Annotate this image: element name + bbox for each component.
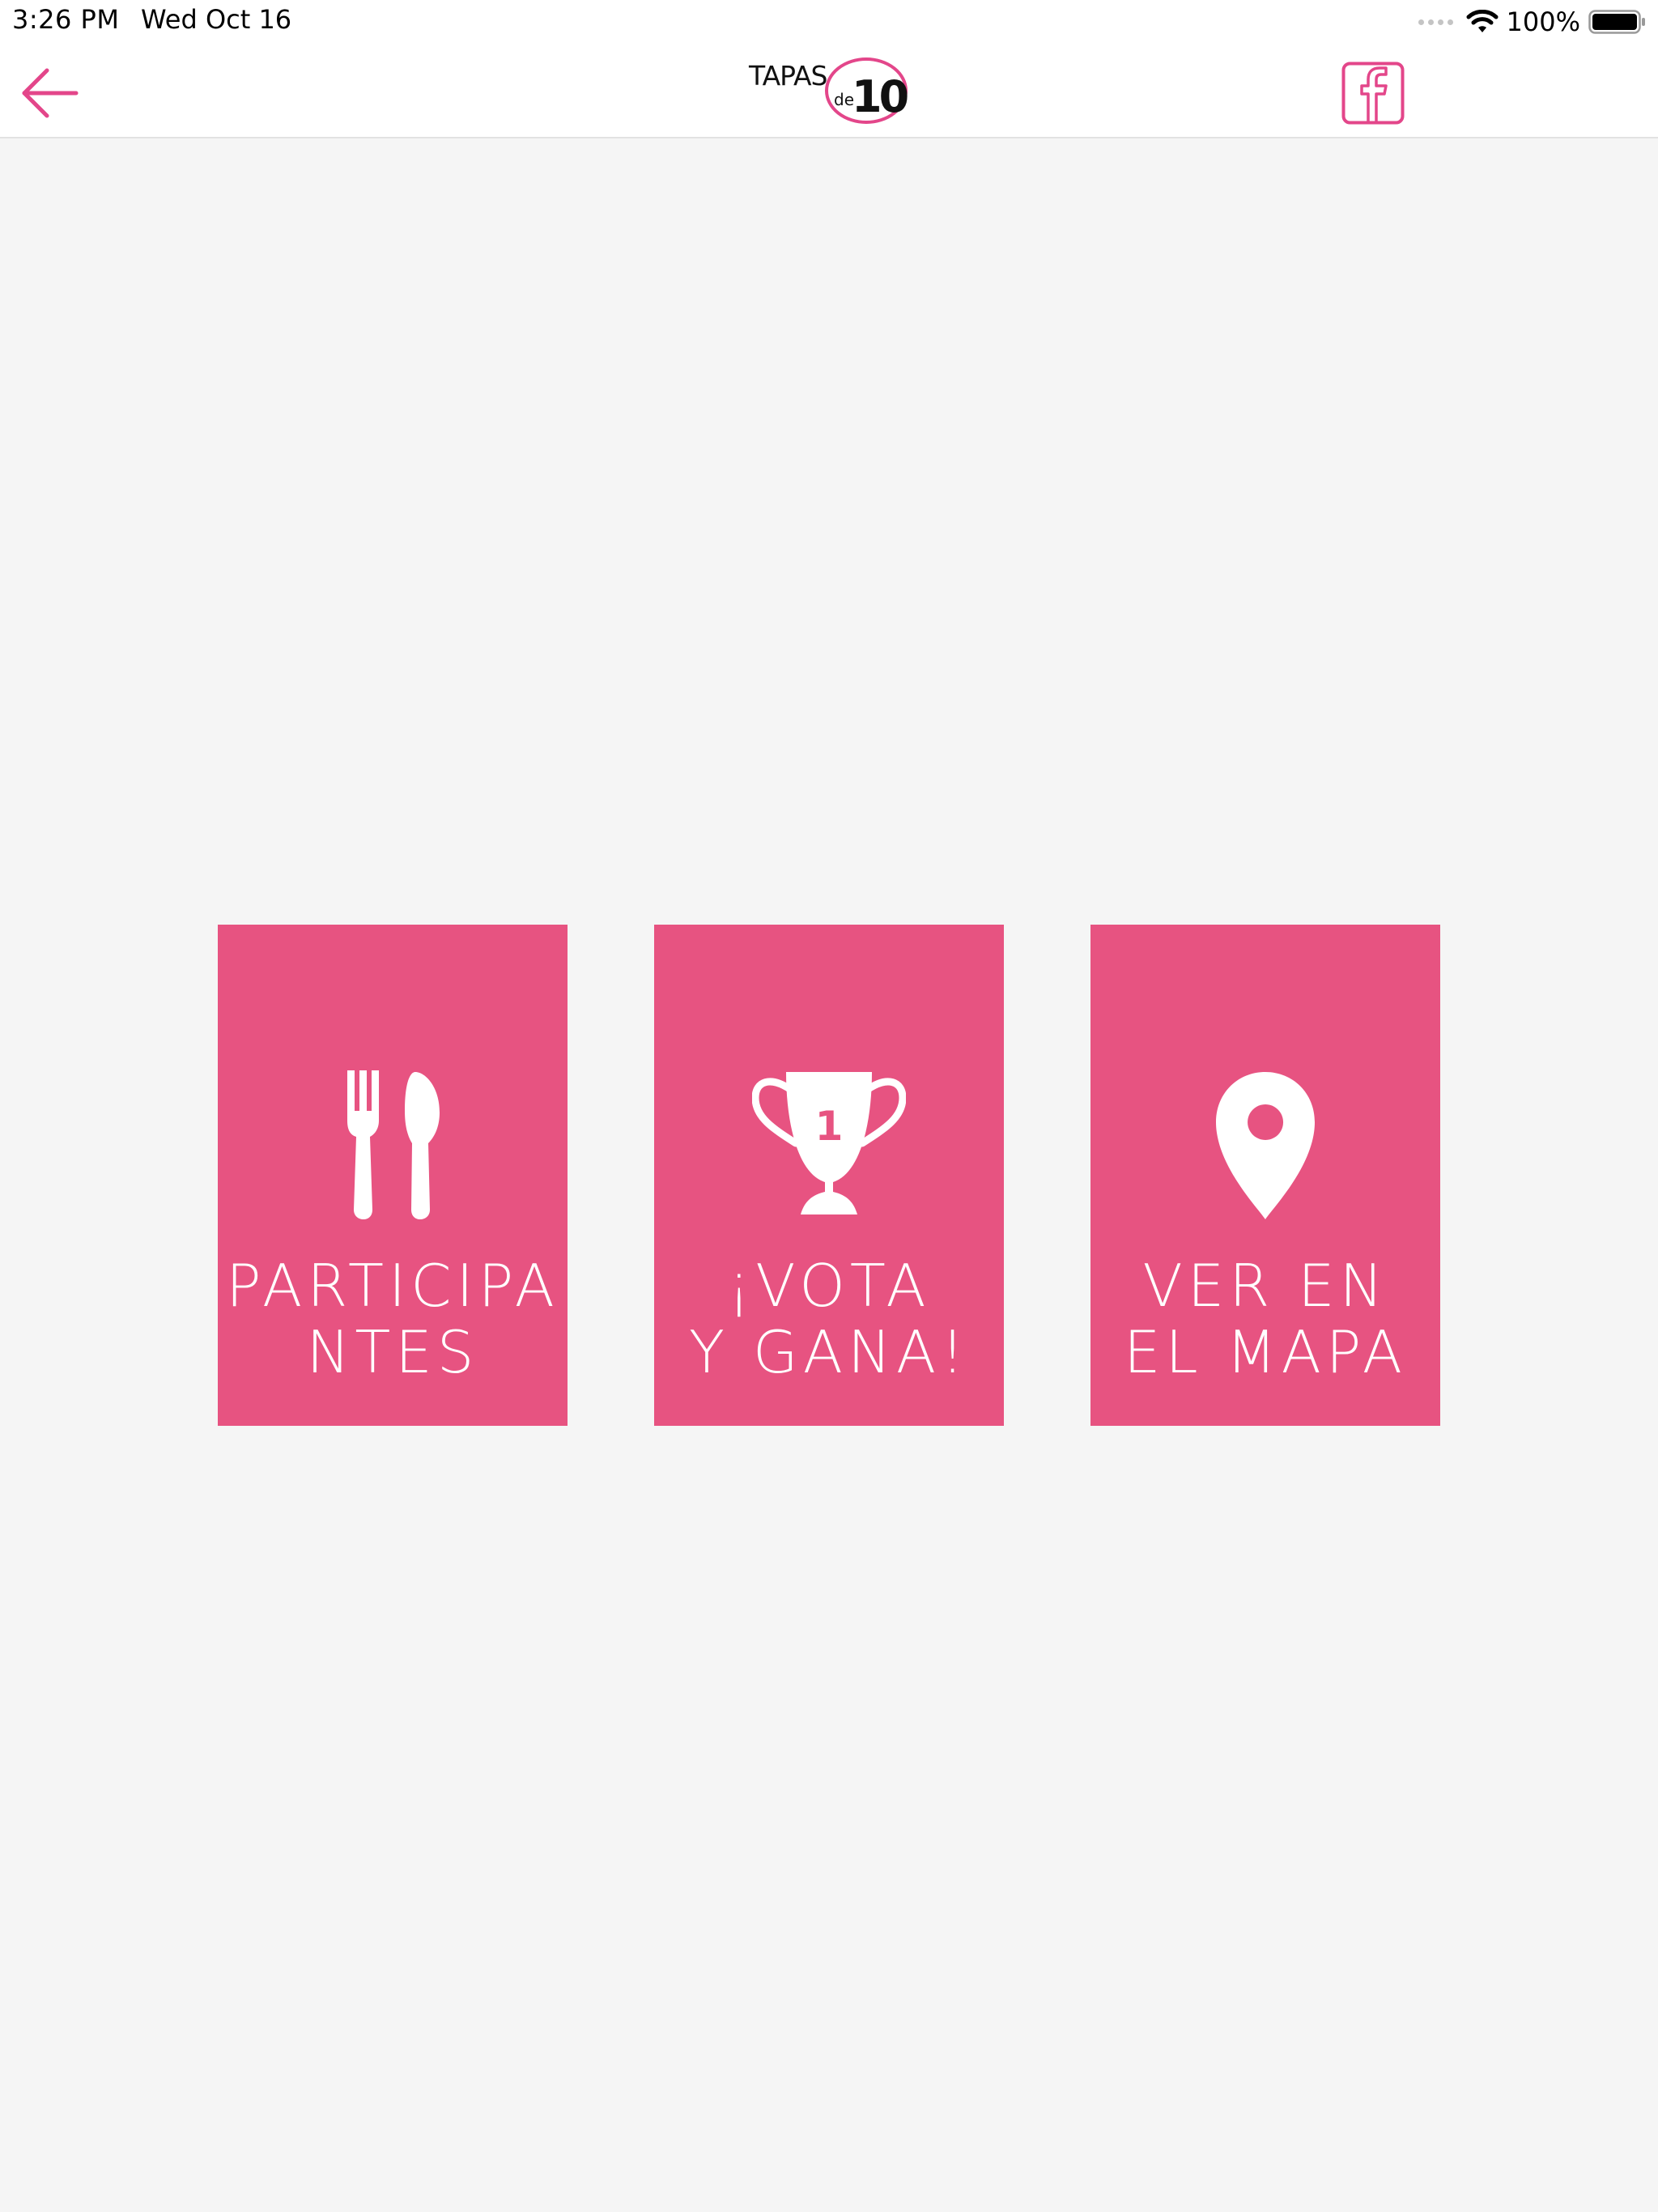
status-date: Wed Oct 16 xyxy=(141,4,292,35)
participants-tile[interactable]: PARTICIPA NTES xyxy=(218,925,568,1426)
tapas-de-10-logo: TAPAS de 10 xyxy=(748,57,911,124)
participants-label: PARTICIPA NTES xyxy=(226,1252,559,1386)
wifi-icon xyxy=(1466,10,1499,32)
top-bar: 3:26 PM Wed Oct 16 100% TAPAS de 10 xyxy=(0,0,1658,138)
battery-icon xyxy=(1588,10,1645,34)
app-screen: 3:26 PM Wed Oct 16 100% TAPAS de 10 PART… xyxy=(0,0,1658,2212)
cellular-signal-icon xyxy=(1418,19,1453,25)
facebook-icon[interactable] xyxy=(1341,62,1405,125)
trophy-number: 1 xyxy=(815,1103,844,1150)
svg-text:10: 10 xyxy=(852,71,908,122)
view-on-map-tile[interactable]: VER EN EL MAPA xyxy=(1090,925,1440,1426)
vote-and-win-tile[interactable]: 1 ¡VOTA Y GANA! xyxy=(654,925,1004,1426)
cutlery-icon xyxy=(218,1070,568,1224)
view-on-map-label: VER EN EL MAPA xyxy=(1124,1252,1407,1386)
vote-and-win-label: ¡VOTA Y GANA! xyxy=(689,1252,969,1386)
trophy-icon: 1 xyxy=(654,1070,1004,1224)
status-time: 3:26 PM xyxy=(12,4,120,35)
battery-percentage: 100% xyxy=(1506,6,1580,37)
back-arrow-icon[interactable] xyxy=(19,66,83,120)
map-pin-icon xyxy=(1090,1070,1440,1224)
status-indicators: 100% xyxy=(1418,4,1647,40)
svg-text:TAPAS: TAPAS xyxy=(748,60,827,91)
